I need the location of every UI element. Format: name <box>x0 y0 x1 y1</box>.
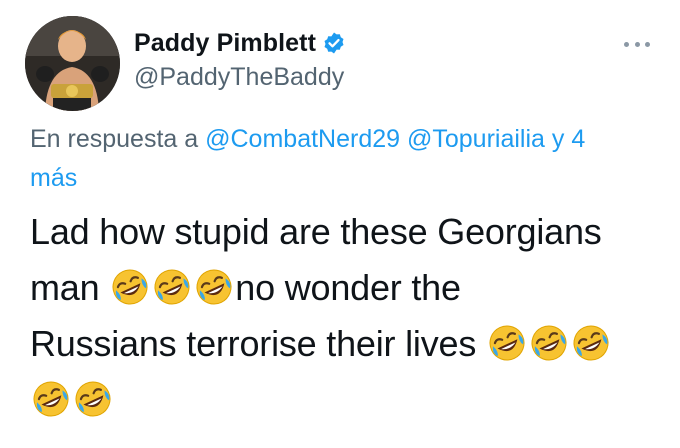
rolling-on-the-floor-laughing-emoji <box>110 267 151 307</box>
user-handle[interactable]: @PaddyTheBaddy <box>134 63 346 92</box>
more-mentions-link-cont[interactable]: más <box>30 164 77 192</box>
display-name[interactable]: Paddy Pimblett <box>134 29 316 58</box>
reply-context: En respuesta a @CombatNerd29 @Topuriaili… <box>30 120 650 198</box>
more-mentions-link[interactable]: y 4 <box>552 125 585 153</box>
tweet-card: Paddy Pimblett @PaddyTheBaddy En respues… <box>0 0 680 448</box>
mention-link[interactable]: @Topuriailia <box>407 125 545 153</box>
verified-badge-icon <box>322 31 346 55</box>
tweet-text-line: no wonder the <box>235 267 461 308</box>
fighter-photo-avatar <box>25 16 120 111</box>
rolling-on-the-floor-laughing-emoji <box>486 323 527 363</box>
tweet-text-line: Russians terrorise their lives <box>30 323 477 364</box>
reply-prefix: En respuesta a <box>30 125 199 153</box>
rolling-on-the-floor-laughing-emoji <box>152 267 193 307</box>
more-horizontal-icon[interactable] <box>624 40 650 48</box>
rolling-on-the-floor-laughing-emoji <box>31 379 71 419</box>
author-block: Paddy Pimblett @PaddyTheBaddy <box>134 26 346 92</box>
rolling-on-the-floor-laughing-emoji <box>528 323 569 363</box>
tweet-text: Lad how stupid are these Georgians man n… <box>30 204 670 428</box>
tweet-text-line: Lad how stupid are these Georgians <box>30 211 602 252</box>
tweet-text-line: man <box>30 267 100 308</box>
mention-link[interactable]: @CombatNerd29 <box>205 125 400 153</box>
avatar[interactable] <box>25 16 120 111</box>
rolling-on-the-floor-laughing-emoji <box>194 267 235 307</box>
rolling-on-the-floor-laughing-emoji <box>73 379 113 419</box>
rolling-on-the-floor-laughing-emoji <box>570 323 611 363</box>
